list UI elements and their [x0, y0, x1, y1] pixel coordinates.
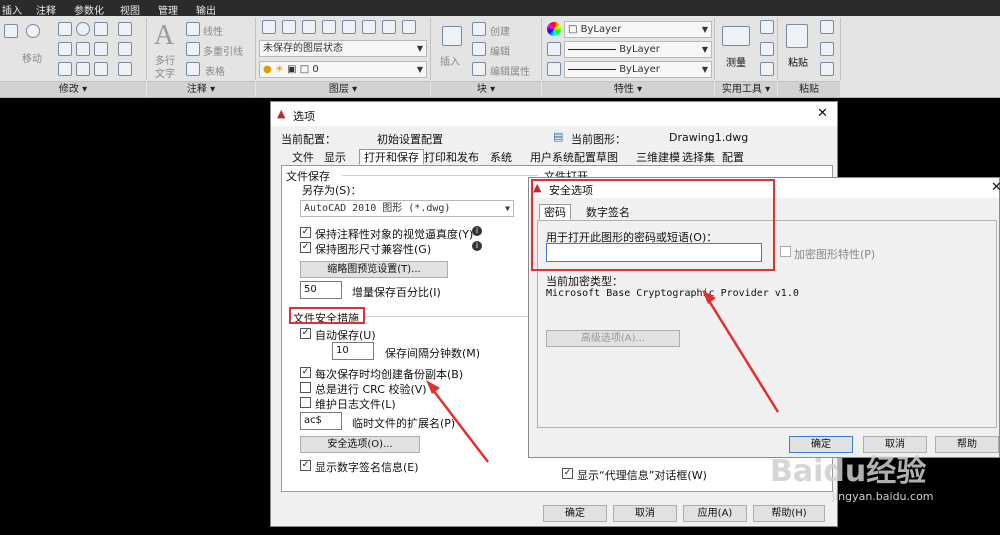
baidu-url: jingyan.baidu.com: [832, 490, 934, 503]
arrow-head: [702, 290, 716, 304]
baidu-watermark: Baidu经验: [770, 454, 927, 489]
arrow-to-encryption: [704, 295, 780, 413]
arrow-head: [426, 380, 440, 394]
arrow-to-security-button: [429, 385, 489, 463]
